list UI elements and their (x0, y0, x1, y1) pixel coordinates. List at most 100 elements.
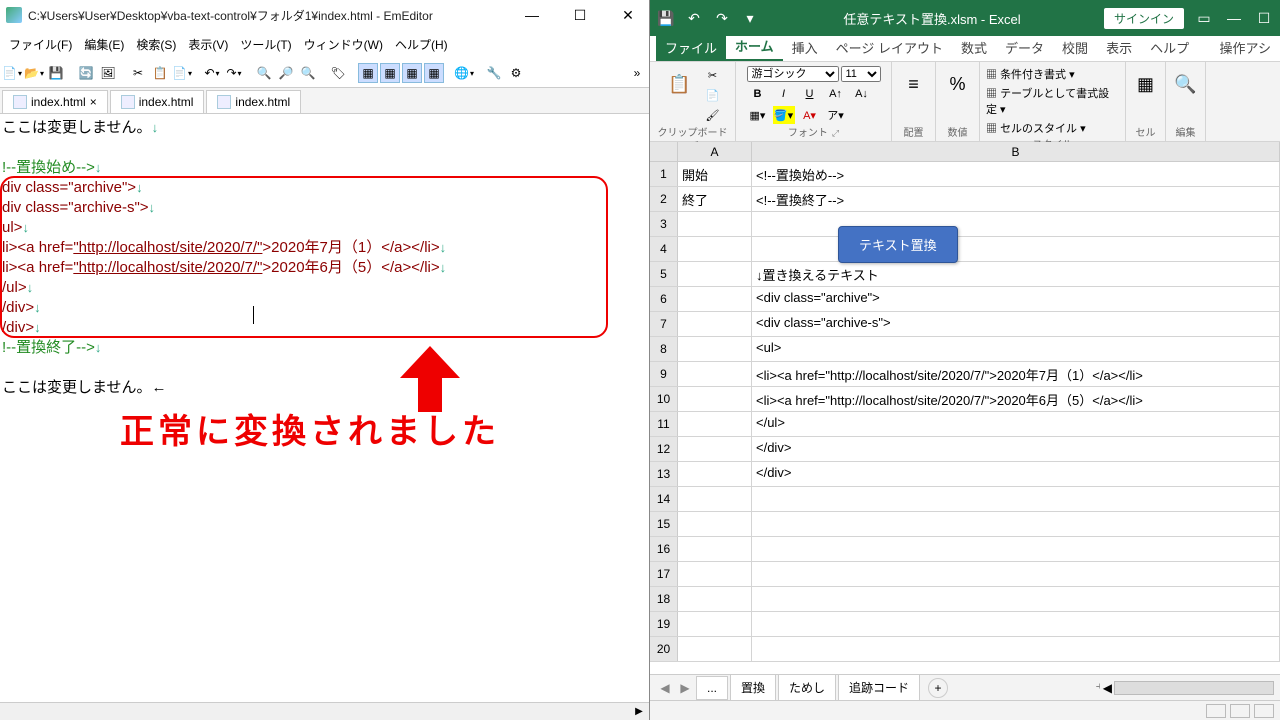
cell[interactable]: <ul> (752, 337, 1280, 361)
cell[interactable] (752, 612, 1280, 636)
bookmark-button[interactable]: 🏷 (328, 63, 348, 83)
sheet-nav-prev[interactable]: ◀ (656, 681, 674, 695)
find-prev-button[interactable]: 🔍 (298, 63, 318, 83)
find-button[interactable]: 🔍 (254, 63, 274, 83)
font-size-select[interactable]: 11 (841, 66, 881, 82)
phonetic-button[interactable]: ア▾ (825, 106, 847, 124)
editor-tab-1[interactable]: index.html× (2, 90, 108, 113)
scroll-right-icon[interactable]: ▶ (631, 703, 647, 719)
emeditor-hscroll[interactable]: ▶ (0, 702, 649, 720)
copy-button[interactable]: 📋 (150, 63, 170, 83)
ribbon-tab-file[interactable]: ファイル (656, 34, 726, 61)
cell[interactable]: <!--置換終了--> (752, 187, 1280, 211)
grow-font-button[interactable]: A↑ (825, 85, 847, 103)
qat-customize-icon[interactable]: ▾ (740, 8, 760, 28)
sheet-tab-trace[interactable]: 追跡コード (838, 674, 920, 701)
view-layout-icon[interactable] (1230, 704, 1250, 718)
cell[interactable] (678, 487, 752, 511)
sheet-tab-more[interactable]: ... (696, 676, 728, 700)
cell[interactable] (678, 437, 752, 461)
print-button[interactable]: 🖼 (98, 63, 118, 83)
bold-button[interactable]: B (747, 85, 769, 103)
editing-button[interactable]: 🔍 (1168, 66, 1204, 102)
row-header[interactable]: 19 (650, 612, 678, 636)
cell[interactable]: </div> (752, 437, 1280, 461)
view-mode-2-button[interactable]: ▦ (380, 63, 400, 83)
open-file-button[interactable]: 📂 (24, 63, 44, 83)
redo-icon[interactable]: ↷ (712, 8, 732, 28)
save-icon[interactable]: 💾 (656, 8, 676, 28)
view-mode-4-button[interactable]: ▦ (424, 63, 444, 83)
cell[interactable]: <li><a href="http://localhost/site/2020/… (752, 362, 1280, 386)
cut-icon[interactable]: ✂ (702, 66, 724, 84)
cell[interactable] (752, 512, 1280, 536)
row-header[interactable]: 2 (650, 187, 678, 211)
code-editor[interactable]: ここは変更しません。 !--置換始め--> div class="archive… (0, 114, 649, 702)
cell[interactable] (752, 237, 1280, 261)
excel-maximize-button[interactable]: ☐ (1254, 8, 1274, 28)
cell[interactable]: 終了 (678, 187, 752, 211)
row-header[interactable]: 11 (650, 412, 678, 436)
minimize-button[interactable]: — (517, 4, 547, 26)
column-header-a[interactable]: A (678, 142, 752, 161)
menu-help[interactable]: ヘルプ(H) (390, 33, 453, 56)
row-header[interactable]: 9 (650, 362, 678, 386)
row-header[interactable]: 18 (650, 587, 678, 611)
menu-edit[interactable]: 編集(E) (79, 33, 129, 56)
undo-icon[interactable]: ↶ (684, 8, 704, 28)
view-normal-icon[interactable] (1206, 704, 1226, 718)
tools-button[interactable]: 🔧 (484, 63, 504, 83)
ribbon-tab-review[interactable]: 校閲 (1053, 34, 1097, 61)
row-header[interactable]: 8 (650, 337, 678, 361)
underline-button[interactable]: U (799, 85, 821, 103)
sheet-tab-tameshi[interactable]: ためし (778, 674, 836, 701)
cell[interactable] (752, 562, 1280, 586)
alignment-button[interactable]: ≡ (896, 66, 932, 102)
row-header[interactable]: 17 (650, 562, 678, 586)
shrink-font-button[interactable]: A↓ (851, 85, 873, 103)
horizontal-scrollbar[interactable] (1114, 681, 1274, 695)
ribbon-display-icon[interactable]: ▭ (1194, 8, 1214, 28)
ribbon-tab-home[interactable]: ホーム (726, 32, 783, 61)
row-header[interactable]: 16 (650, 537, 678, 561)
paste-button[interactable]: 📋 (662, 66, 698, 102)
signin-button[interactable]: サインイン (1104, 8, 1184, 29)
cell[interactable]: </ul> (752, 412, 1280, 436)
row-header[interactable]: 10 (650, 387, 678, 411)
row-header[interactable]: 4 (650, 237, 678, 261)
cell[interactable]: <div class="archive"> (752, 287, 1280, 311)
ribbon-tab-help[interactable]: ヘルプ (1141, 34, 1198, 61)
sheet-nav-next[interactable]: ▶ (676, 681, 694, 695)
cell[interactable] (678, 212, 752, 236)
select-all-corner[interactable] (650, 142, 678, 161)
ribbon-tab-layout[interactable]: ページ レイアウト (827, 34, 952, 61)
ribbon-tab-view[interactable]: 表示 (1097, 34, 1141, 61)
cell[interactable] (678, 387, 752, 411)
view-mode-1-button[interactable]: ▦ (358, 63, 378, 83)
reload-button[interactable]: 🔄 (76, 63, 96, 83)
add-sheet-button[interactable]: + (928, 678, 948, 698)
cell[interactable] (678, 337, 752, 361)
font-name-select[interactable]: 游ゴシック (747, 66, 839, 82)
editor-tab-2[interactable]: index.html (110, 90, 205, 113)
cell[interactable] (752, 637, 1280, 661)
menu-file[interactable]: ファイル(F) (4, 33, 77, 56)
redo-button[interactable]: ↷ (224, 63, 244, 83)
cell[interactable] (678, 312, 752, 336)
cell[interactable] (752, 537, 1280, 561)
border-button[interactable]: ▦▾ (747, 106, 769, 124)
cell[interactable] (678, 537, 752, 561)
row-header[interactable]: 6 (650, 287, 678, 311)
cell[interactable]: </div> (752, 462, 1280, 486)
row-header[interactable]: 13 (650, 462, 678, 486)
menu-search[interactable]: 検索(S) (131, 33, 181, 56)
toolbar-overflow[interactable]: » (627, 63, 647, 83)
paste-button[interactable]: 📄 (172, 63, 192, 83)
table-format-button[interactable]: ▦ テーブルとして書式設定 ▾ (986, 85, 1119, 117)
font-color-button[interactable]: A▾ (799, 106, 821, 124)
cell[interactable] (752, 487, 1280, 511)
row-header[interactable]: 5 (650, 262, 678, 286)
config-button[interactable]: ⚙ (506, 63, 526, 83)
row-header[interactable]: 12 (650, 437, 678, 461)
format-painter-icon[interactable]: 🖌 (702, 106, 724, 124)
